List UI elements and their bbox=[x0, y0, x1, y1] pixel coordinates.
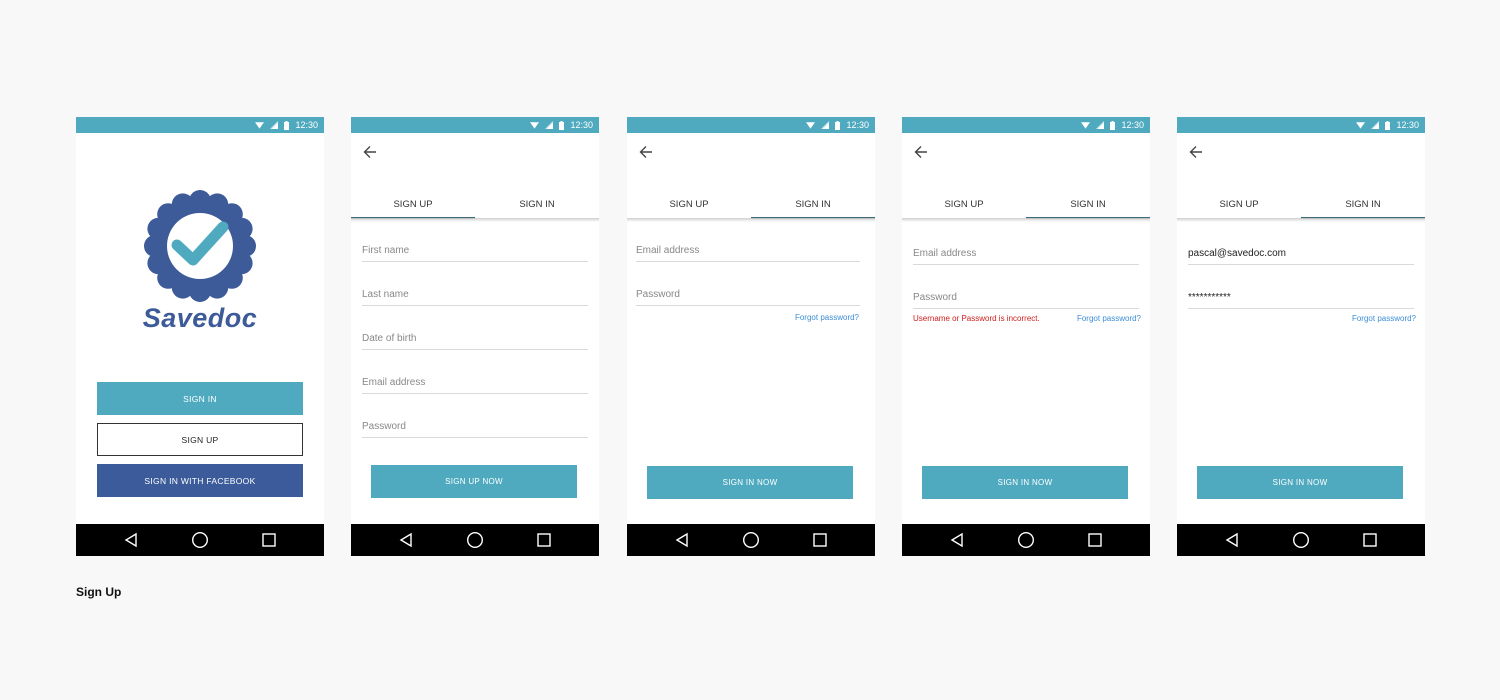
password-field[interactable]: Password bbox=[636, 284, 860, 306]
nav-back-icon[interactable] bbox=[945, 524, 969, 556]
wifi-icon bbox=[806, 122, 816, 129]
nav-home-icon[interactable] bbox=[463, 524, 487, 556]
status-bar: 12:30 bbox=[902, 117, 1150, 133]
tab-sign-up[interactable]: SIGN UP bbox=[902, 189, 1026, 219]
tab-divider bbox=[902, 218, 1150, 222]
battery-icon bbox=[835, 120, 841, 130]
wifi-icon bbox=[530, 122, 540, 129]
tab-sign-up[interactable]: SIGN UP bbox=[627, 189, 751, 219]
tab-sign-in[interactable]: SIGN IN bbox=[1301, 189, 1425, 219]
status-time: 12:30 bbox=[846, 120, 869, 130]
navigation-bar bbox=[351, 524, 599, 556]
nav-back-icon[interactable] bbox=[1220, 524, 1244, 556]
back-arrow-icon[interactable] bbox=[639, 145, 653, 159]
battery-icon bbox=[559, 120, 565, 130]
nav-back-icon[interactable] bbox=[119, 524, 143, 556]
tab-bar: SIGN UP SIGN IN bbox=[627, 189, 875, 219]
phone-screen-sign-up: 12:30 SIGN UP SIGN IN First name Last na… bbox=[351, 117, 599, 556]
nav-home-icon[interactable] bbox=[1014, 524, 1038, 556]
sign-up-button[interactable]: SIGN UP bbox=[97, 423, 303, 456]
tab-bar: SIGN UP SIGN IN bbox=[902, 189, 1150, 219]
signal-icon bbox=[1371, 121, 1380, 129]
nav-home-icon[interactable] bbox=[1289, 524, 1313, 556]
tab-bar: SIGN UP SIGN IN bbox=[1177, 189, 1425, 219]
tab-sign-in[interactable]: SIGN IN bbox=[1026, 189, 1150, 219]
signal-icon bbox=[545, 121, 554, 129]
password-field[interactable]: *********** bbox=[1188, 287, 1414, 309]
tab-divider bbox=[351, 218, 599, 222]
email-field[interactable]: pascal@savedoc.com bbox=[1188, 243, 1414, 265]
status-bar: 12:30 bbox=[76, 117, 324, 133]
nav-recents-icon[interactable] bbox=[257, 524, 281, 556]
nav-recents-icon[interactable] bbox=[1083, 524, 1107, 556]
section-caption: Sign Up bbox=[76, 585, 122, 599]
back-arrow-icon[interactable] bbox=[363, 145, 377, 159]
navigation-bar bbox=[1177, 524, 1425, 556]
status-bar: 12:30 bbox=[351, 117, 599, 133]
status-time: 12:30 bbox=[1396, 120, 1419, 130]
date-of-birth-field[interactable]: Date of birth bbox=[362, 328, 588, 350]
navigation-bar bbox=[902, 524, 1150, 556]
back-arrow-icon[interactable] bbox=[914, 145, 928, 159]
battery-icon bbox=[1385, 120, 1391, 130]
nav-recents-icon[interactable] bbox=[808, 524, 832, 556]
status-time: 12:30 bbox=[1121, 120, 1144, 130]
sign-in-facebook-button[interactable]: SIGN IN WITH FACEBOOK bbox=[97, 464, 303, 497]
nav-back-icon[interactable] bbox=[670, 524, 694, 556]
nav-home-icon[interactable] bbox=[739, 524, 763, 556]
battery-icon bbox=[284, 120, 290, 130]
checkmark-badge-logo-icon bbox=[143, 189, 257, 303]
status-bar: 12:30 bbox=[627, 117, 875, 133]
brand-name: Savedoc bbox=[142, 303, 258, 333]
status-bar: 12:30 bbox=[1177, 117, 1425, 133]
last-name-field[interactable]: Last name bbox=[362, 284, 588, 306]
back-arrow-icon[interactable] bbox=[1189, 145, 1203, 159]
sign-in-now-button[interactable]: SIGN IN NOW bbox=[1197, 466, 1403, 499]
tab-sign-up[interactable]: SIGN UP bbox=[351, 189, 475, 219]
signal-icon bbox=[821, 121, 830, 129]
sign-in-now-button[interactable]: SIGN IN NOW bbox=[647, 466, 853, 499]
status-time: 12:30 bbox=[295, 120, 318, 130]
signal-icon bbox=[270, 121, 279, 129]
signal-icon bbox=[1096, 121, 1105, 129]
tab-sign-up[interactable]: SIGN UP bbox=[1177, 189, 1301, 219]
tab-bar: SIGN UP SIGN IN bbox=[351, 189, 599, 219]
navigation-bar bbox=[627, 524, 875, 556]
tab-divider bbox=[627, 218, 875, 222]
wifi-icon bbox=[1356, 122, 1366, 129]
battery-icon bbox=[1110, 120, 1116, 130]
nav-recents-icon[interactable] bbox=[1358, 524, 1382, 556]
email-field[interactable]: Email address bbox=[636, 240, 860, 262]
nav-home-icon[interactable] bbox=[188, 524, 212, 556]
forgot-password-link[interactable]: Forgot password? bbox=[1352, 314, 1416, 323]
tab-divider bbox=[1177, 218, 1425, 222]
sign-in-button[interactable]: SIGN IN bbox=[97, 382, 303, 415]
tab-sign-in[interactable]: SIGN IN bbox=[475, 189, 599, 219]
tab-sign-in[interactable]: SIGN IN bbox=[751, 189, 875, 219]
email-field[interactable]: Email address bbox=[362, 372, 588, 394]
first-name-field[interactable]: First name bbox=[362, 240, 588, 262]
forgot-password-link[interactable]: Forgot password? bbox=[795, 313, 859, 322]
sign-in-now-button[interactable]: SIGN IN NOW bbox=[922, 466, 1128, 499]
nav-recents-icon[interactable] bbox=[532, 524, 556, 556]
phone-screen-sign-in: 12:30 SIGN UP SIGN IN Email address Pass… bbox=[627, 117, 875, 556]
email-field[interactable]: Email address bbox=[913, 243, 1139, 265]
nav-back-icon[interactable] bbox=[394, 524, 418, 556]
wifi-icon bbox=[1081, 122, 1091, 129]
wifi-icon bbox=[255, 122, 265, 129]
phone-screen-landing: 12:30 Savedoc SIGN IN SIGN UP SIGN IN WI… bbox=[76, 117, 324, 556]
password-field[interactable]: Password bbox=[913, 287, 1139, 309]
navigation-bar bbox=[76, 524, 324, 556]
phone-screen-sign-in-error: 12:30 SIGN UP SIGN IN Email address Pass… bbox=[902, 117, 1150, 556]
error-message: Username or Password is incorrect. bbox=[913, 314, 1040, 323]
password-field[interactable]: Password bbox=[362, 416, 588, 438]
sign-up-now-button[interactable]: SIGN UP NOW bbox=[371, 465, 577, 498]
status-time: 12:30 bbox=[570, 120, 593, 130]
phone-screen-sign-in-filled: 12:30 SIGN UP SIGN IN pascal@savedoc.com… bbox=[1177, 117, 1425, 556]
forgot-password-link[interactable]: Forgot password? bbox=[1077, 314, 1141, 323]
